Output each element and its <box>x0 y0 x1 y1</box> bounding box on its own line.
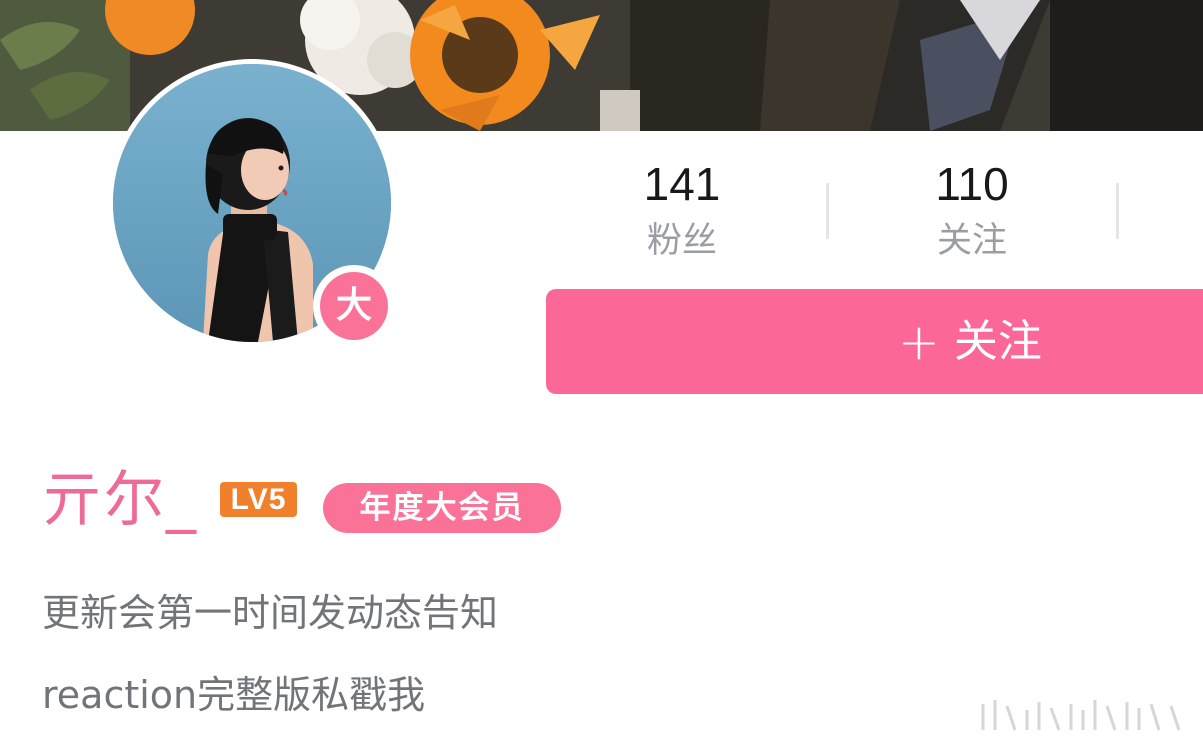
bio-line: reaction完整版私戳我 <box>42 673 426 717</box>
follow-button-label: 关注 <box>953 315 1042 367</box>
following-stat[interactable]: 110 关注 <box>872 156 1072 266</box>
fans-stat[interactable]: 141 粉丝 <box>582 156 782 266</box>
vip-tag[interactable]: 年度大会员 <box>323 483 561 533</box>
fans-count: 141 <box>643 158 721 210</box>
level-badge: LV5 <box>220 482 297 517</box>
following-label: 关注 <box>936 221 1007 261</box>
stat-divider <box>826 183 829 239</box>
following-count: 110 <box>935 158 1009 210</box>
stat-divider <box>1116 183 1119 239</box>
follow-button[interactable]: + 关注 <box>546 289 1203 394</box>
fans-label: 粉丝 <box>646 221 717 261</box>
watermark-logo <box>975 696 1195 738</box>
username: 亓尔_ <box>42 465 198 535</box>
watermark-graphic <box>981 700 1181 731</box>
plus-icon: + <box>898 312 940 371</box>
vip-badge-icon: 大 <box>320 272 388 340</box>
bio-line: 更新会第一时间发动态告知 <box>42 591 499 635</box>
profile-page: 大 141 粉丝 110 关注 + 关注 亓尔_ LV5 年度大会员 更新会第一… <box>0 0 1203 746</box>
